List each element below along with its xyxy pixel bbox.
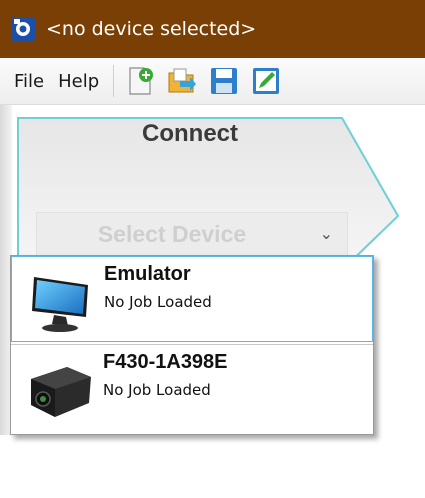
menu-bar: File Help <box>0 58 425 105</box>
camera-device-icon <box>31 367 91 417</box>
menu-file[interactable]: File <box>0 71 44 92</box>
title-bar: <no device selected> <box>0 0 425 58</box>
device-name: Emulator <box>104 263 191 285</box>
device-item-emulator[interactable]: Emulator No Job Loaded <box>11 256 373 342</box>
device-name: F430-1A398E <box>103 351 228 373</box>
edit-job-icon[interactable] <box>250 65 282 97</box>
select-device-dropdown[interactable]: Select Device ⌄ <box>36 212 348 256</box>
connect-title: Connect <box>142 120 238 147</box>
menu-help[interactable]: Help <box>44 71 99 92</box>
device-list: Emulator No Job Loaded F430-1A398E No Jo… <box>10 255 374 435</box>
menu-separator <box>113 65 115 97</box>
new-job-icon[interactable] <box>124 65 156 97</box>
device-status: No Job Loaded <box>103 381 211 399</box>
window-title: <no device selected> <box>46 18 257 40</box>
monitor-icon <box>32 277 88 332</box>
open-job-icon[interactable] <box>166 65 198 97</box>
device-status: No Job Loaded <box>104 293 212 311</box>
device-item-f430[interactable]: F430-1A398E No Job Loaded <box>11 344 373 433</box>
chevron-down-icon[interactable]: ⌄ <box>320 224 333 243</box>
app-logo-icon <box>11 17 35 41</box>
save-job-icon[interactable] <box>208 65 240 97</box>
select-device-label: Select Device <box>97 221 247 247</box>
